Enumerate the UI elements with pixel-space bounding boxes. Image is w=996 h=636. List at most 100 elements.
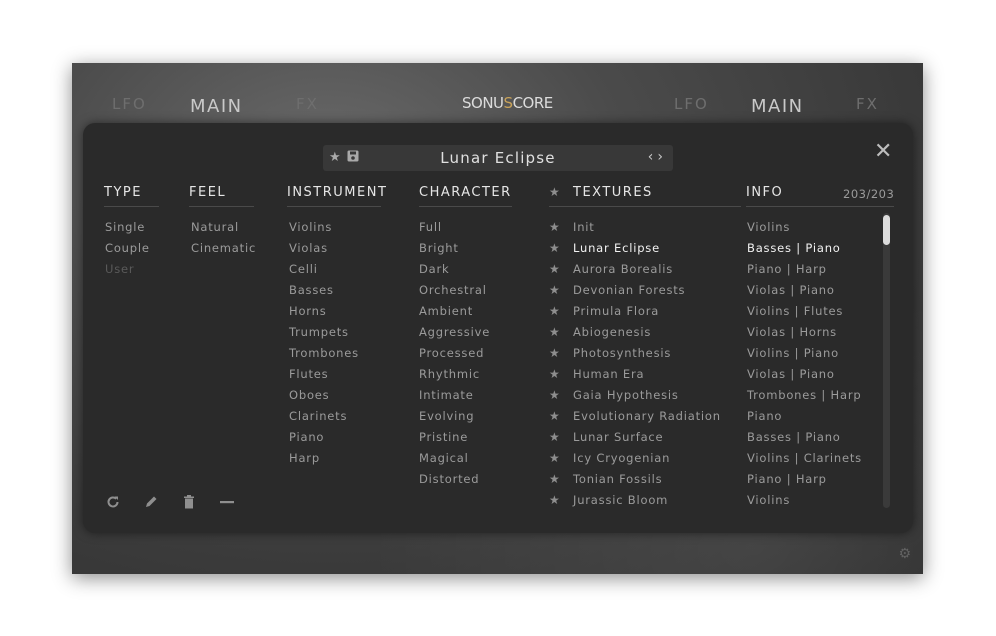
texture-label: Tonian Fossils — [573, 472, 663, 486]
texture-item[interactable]: ★ Devonian Forests — [549, 280, 721, 301]
instrument-item[interactable]: Clarinets — [289, 406, 359, 427]
info-item: Piano | Harp — [747, 472, 827, 486]
texture-label: Primula Flora — [573, 304, 660, 318]
character-item[interactable]: Pristine — [419, 427, 490, 448]
feel-header: FEEL — [189, 185, 254, 207]
character-item[interactable]: Aggressive — [419, 322, 490, 343]
character-header: CHARACTER — [419, 185, 512, 207]
texture-item[interactable]: ★ Lunar Surface — [549, 427, 721, 448]
instrument-item[interactable]: Celli — [289, 259, 359, 280]
sonuscore-logo: SONUSCORE — [462, 94, 553, 116]
instrument-item[interactable]: Flutes — [289, 364, 359, 385]
character-item[interactable]: Dark — [419, 259, 490, 280]
instrument-item[interactable]: Horns — [289, 301, 359, 322]
star-icon[interactable]: ★ — [549, 343, 573, 364]
logo-accent: S — [503, 94, 514, 112]
feel-item[interactable]: Natural — [191, 217, 256, 238]
character-item[interactable]: Evolving — [419, 406, 490, 427]
texture-item[interactable]: ★ Gaia Hypothesis — [549, 385, 721, 406]
prev-preset-icon[interactable]: ‹ — [648, 149, 658, 165]
close-icon[interactable]: ✕ — [874, 141, 892, 163]
star-icon[interactable]: ★ — [549, 259, 573, 280]
instrument-item[interactable]: Harp — [289, 448, 359, 469]
tab-main-left[interactable]: MAIN — [190, 96, 243, 117]
minus-icon[interactable] — [219, 495, 235, 513]
texture-item[interactable]: ★ Aurora Borealis — [549, 259, 721, 280]
star-icon[interactable]: ★ — [549, 385, 573, 406]
type-item[interactable]: User — [105, 259, 150, 280]
star-icon[interactable]: ★ — [549, 427, 573, 448]
scrollbar-thumb[interactable] — [883, 215, 890, 245]
star-icon[interactable]: ★ — [549, 469, 573, 490]
tab-main-right[interactable]: MAIN — [751, 96, 804, 117]
texture-item[interactable]: ★ Human Era — [549, 364, 721, 385]
instrument-item[interactable]: Trombones — [289, 343, 359, 364]
texture-item[interactable]: ★ Evolutionary Radiation — [549, 406, 721, 427]
instrument-item[interactable]: Violas — [289, 238, 359, 259]
star-icon[interactable]: ★ — [549, 490, 573, 511]
texture-label: Evolutionary Radiation — [573, 409, 721, 423]
delete-icon[interactable] — [181, 495, 197, 513]
scrollbar[interactable] — [883, 213, 890, 508]
preset-name[interactable]: Lunar Eclipse — [323, 149, 673, 167]
next-preset-icon[interactable]: › — [657, 149, 667, 165]
tab-fx-left[interactable]: FX — [296, 95, 319, 113]
tab-fx-right[interactable]: FX — [856, 95, 879, 113]
feel-list: Natural Cinematic — [191, 217, 256, 259]
instrument-item[interactable]: Violins — [289, 217, 359, 238]
textures-list: ★ Init ★ Lunar Eclipse ★ Aurora Borealis ★ D… — [549, 217, 721, 511]
feel-item[interactable]: Cinematic — [191, 238, 256, 259]
star-icon[interactable]: ★ — [549, 448, 573, 469]
info-item: Piano | Harp — [747, 262, 827, 276]
logo-prefix: SONU — [462, 94, 504, 112]
instrument-item[interactable]: Piano — [289, 427, 359, 448]
texture-item[interactable]: ★ Tonian Fossils — [549, 469, 721, 490]
info-item: Piano — [747, 409, 783, 423]
tab-lfo-left[interactable]: LFO — [112, 95, 147, 113]
texture-item[interactable]: ★ Primula Flora — [549, 301, 721, 322]
character-item[interactable]: Processed — [419, 343, 490, 364]
character-item[interactable]: Rhythmic — [419, 364, 490, 385]
character-item[interactable]: Magical — [419, 448, 490, 469]
character-item[interactable]: Intimate — [419, 385, 490, 406]
texture-label: Abiogenesis — [573, 325, 652, 339]
tab-lfo-right[interactable]: LFO — [674, 95, 709, 113]
star-icon[interactable]: ★ — [549, 217, 573, 238]
star-icon[interactable]: ★ — [549, 406, 573, 427]
texture-item[interactable]: ★ Abiogenesis — [549, 322, 721, 343]
texture-item[interactable]: ★ Lunar Eclipse — [549, 238, 721, 259]
info-item: Basses | Piano — [747, 241, 841, 255]
instrument-item[interactable]: Basses — [289, 280, 359, 301]
character-item[interactable]: Distorted — [419, 469, 490, 490]
texture-label: Photosynthesis — [573, 346, 672, 360]
info-item: Violins | Clarinets — [747, 451, 862, 465]
info-item: Violas | Horns — [747, 325, 837, 339]
texture-label: Lunar Surface — [573, 430, 664, 444]
refresh-icon[interactable] — [105, 495, 121, 513]
texture-label: Jurassic Bloom — [573, 493, 669, 507]
prev-next-icon[interactable]: ‹› — [648, 149, 667, 165]
info-item: Violas | Piano — [747, 367, 835, 381]
type-item[interactable]: Couple — [105, 238, 150, 259]
texture-item[interactable]: ★ Jurassic Bloom — [549, 490, 721, 511]
star-icon[interactable]: ★ — [549, 364, 573, 385]
character-item[interactable]: Orchestral — [419, 280, 490, 301]
instrument-item[interactable]: Oboes — [289, 385, 359, 406]
character-item[interactable]: Bright — [419, 238, 490, 259]
star-icon[interactable]: ★ — [549, 322, 573, 343]
texture-item[interactable]: ★ Photosynthesis — [549, 343, 721, 364]
type-item[interactable]: Single — [105, 217, 150, 238]
star-icon[interactable]: ★ — [549, 280, 573, 301]
gear-icon[interactable]: ⚙ — [898, 546, 911, 562]
character-item[interactable]: Full — [419, 217, 490, 238]
star-icon[interactable]: ★ — [549, 185, 573, 199]
texture-item[interactable]: ★ Init — [549, 217, 721, 238]
texture-item[interactable]: ★ Icy Cryogenian — [549, 448, 721, 469]
star-icon[interactable]: ★ — [549, 301, 573, 322]
character-item[interactable]: Ambient — [419, 301, 490, 322]
info-item: Violins | Piano — [747, 346, 839, 360]
info-item: Trombones | Harp — [747, 388, 862, 402]
instrument-item[interactable]: Trumpets — [289, 322, 359, 343]
edit-icon[interactable] — [143, 495, 159, 513]
star-icon[interactable]: ★ — [549, 238, 573, 259]
